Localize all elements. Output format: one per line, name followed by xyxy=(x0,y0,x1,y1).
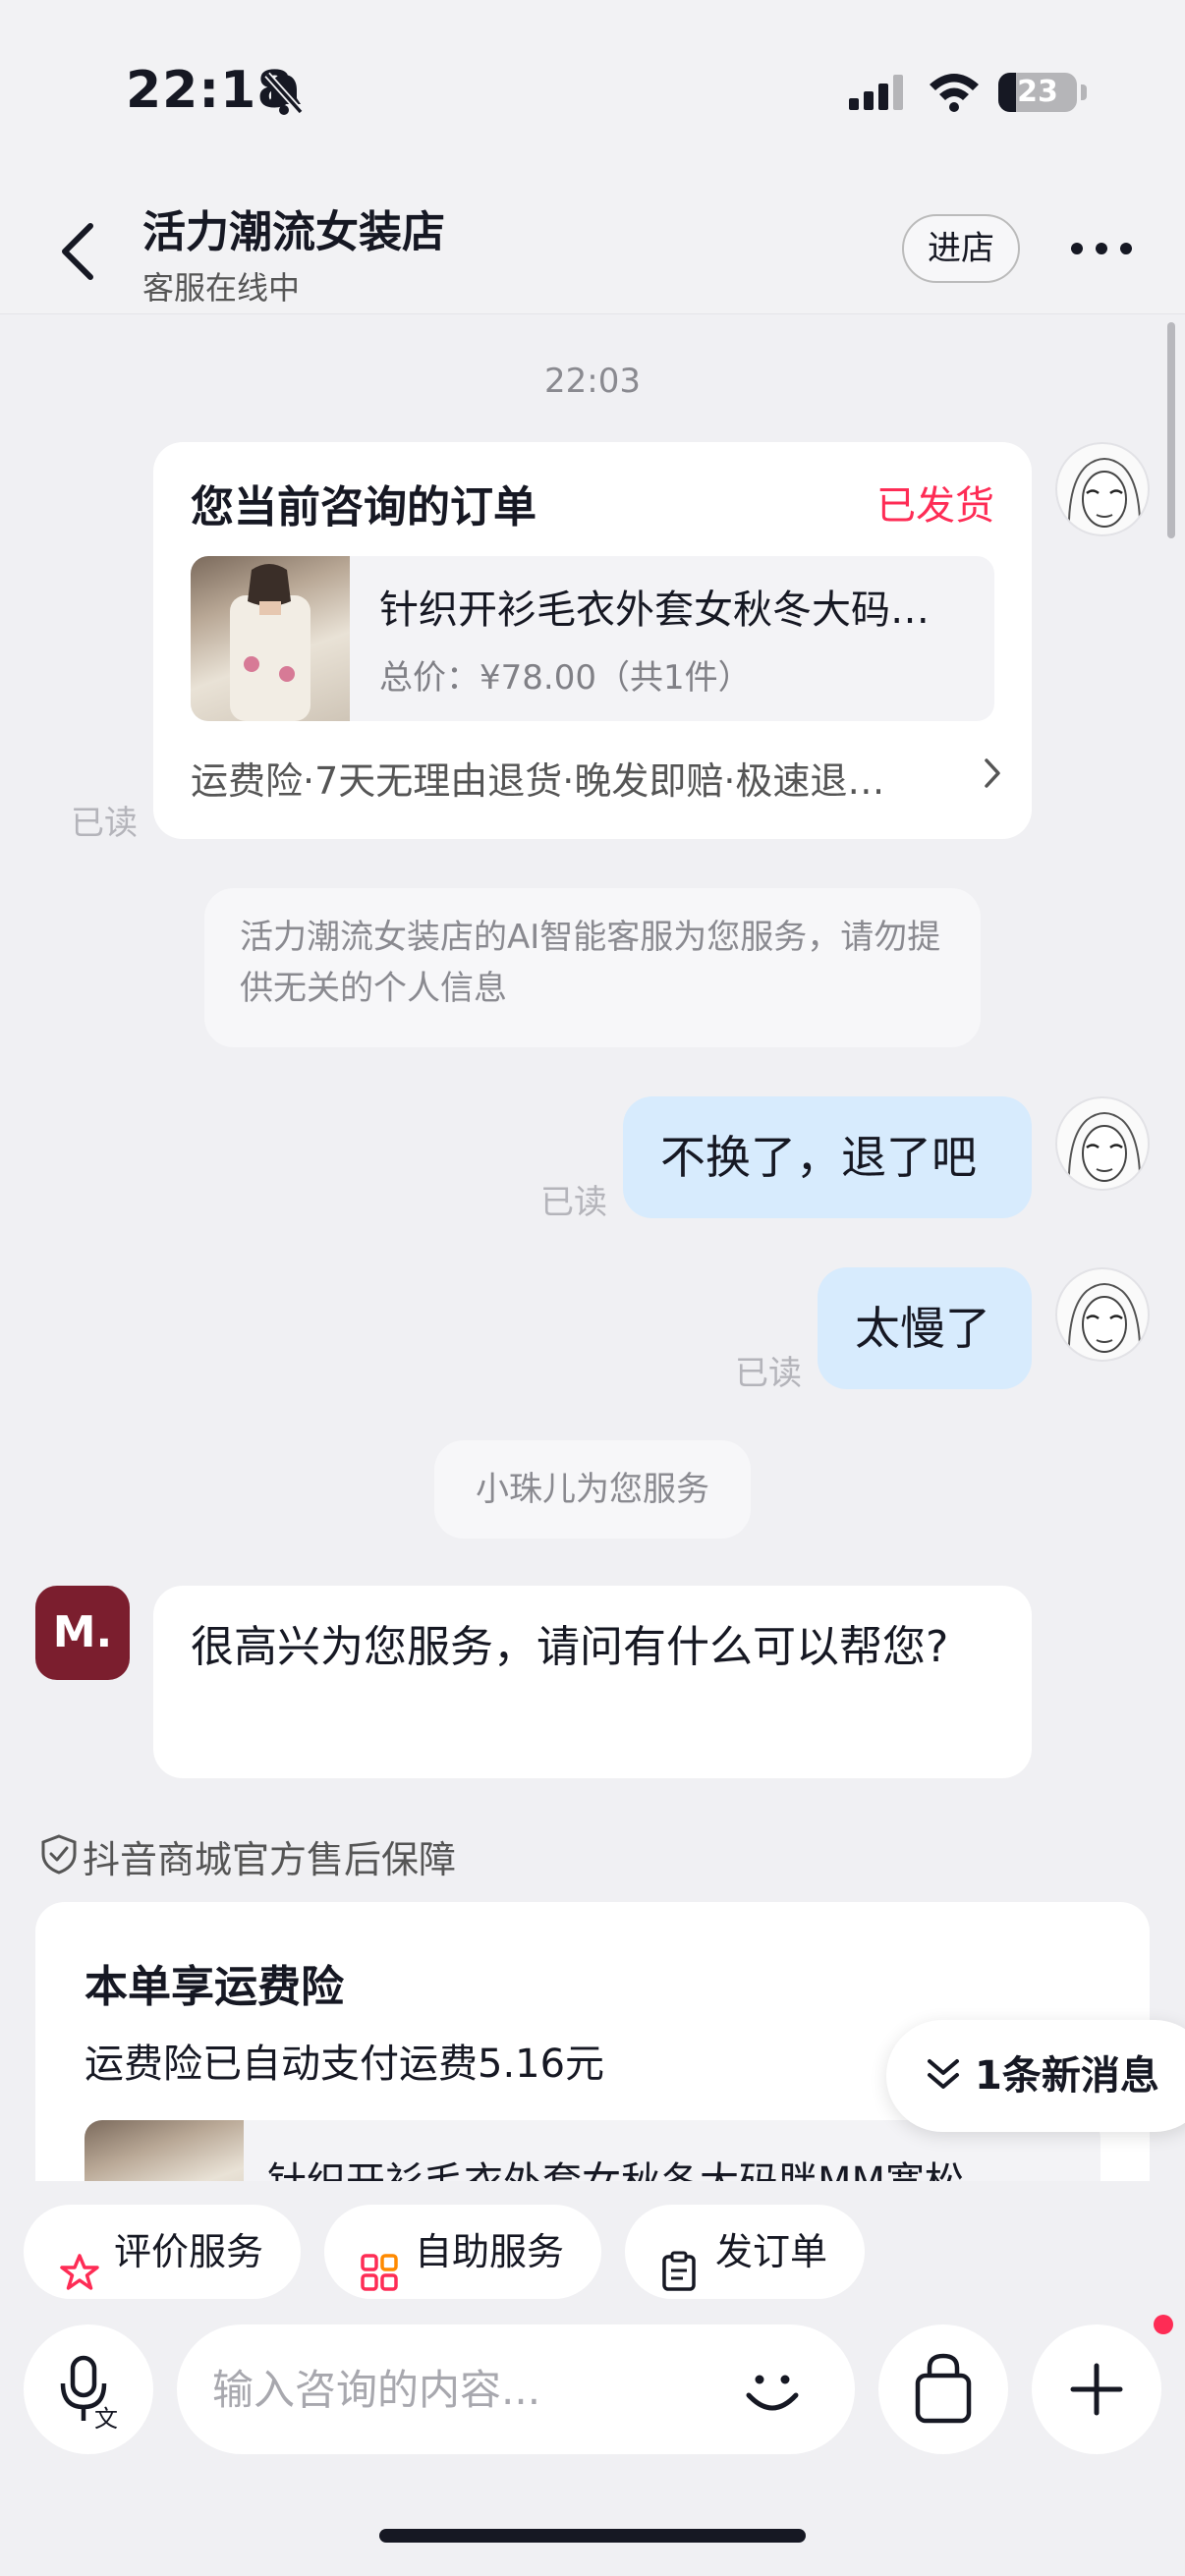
ai-service-notice: 活力潮流女装店的AI智能客服为您服务，请勿提供无关的个人信息 xyxy=(204,888,981,1047)
send-order-label: 发订单 xyxy=(715,2230,828,2273)
notification-dot xyxy=(1154,2315,1173,2334)
agent-avatar[interactable]: M. xyxy=(35,1586,130,1680)
user-avatar[interactable] xyxy=(1055,1267,1150,1362)
back-button[interactable] xyxy=(51,216,110,287)
read-receipt: 已读 xyxy=(71,804,138,843)
read-receipt: 已读 xyxy=(735,1354,802,1393)
shield-check-icon xyxy=(39,1833,79,1878)
shopping-bag-icon xyxy=(915,2353,972,2424)
battery-tip xyxy=(1081,84,1087,100)
self-service-button[interactable]: 自助服务 xyxy=(324,2205,601,2299)
shop-name[interactable]: 活力潮流女装店 xyxy=(142,196,445,259)
home-indicator[interactable] xyxy=(379,2529,806,2543)
shopping-bag-button[interactable] xyxy=(878,2324,1008,2454)
svg-text:文: 文 xyxy=(94,2405,118,2433)
message-input[interactable] xyxy=(212,2324,723,2454)
service-status: 客服在线中 xyxy=(142,269,301,307)
grid-icon xyxy=(360,2232,399,2326)
rate-service-button[interactable]: 评价服务 xyxy=(24,2205,301,2299)
chat-header: 活力潮流女装店 客服在线中 进店 xyxy=(0,177,1185,314)
wifi-icon xyxy=(928,71,981,116)
guarantee-label: 抖音商城官方售后保障 xyxy=(83,1838,457,1881)
microphone-icon: 文 xyxy=(60,2355,118,2433)
order-product-price: 总价：¥78.00（共1件） xyxy=(379,658,752,698)
more-button[interactable] xyxy=(1067,224,1136,273)
status-bar: 22:18 23 xyxy=(0,0,1185,177)
chat-scrollbar[interactable] xyxy=(1167,322,1175,538)
emoji-button[interactable] xyxy=(735,2352,810,2427)
user-avatar-sketch-icon xyxy=(1067,458,1142,534)
rate-service-label: 评价服务 xyxy=(114,2230,264,2273)
message-timestamp: 22:03 xyxy=(544,362,641,401)
order-status-badge: 已发货 xyxy=(876,483,994,529)
enter-store-button[interactable]: 进店 xyxy=(902,214,1020,283)
freight-title: 本单享运费险 xyxy=(85,1962,344,2012)
product-thumbnail xyxy=(191,556,350,721)
user-avatar[interactable] xyxy=(1055,1096,1150,1191)
self-service-label: 自助服务 xyxy=(415,2230,565,2273)
user-avatar-sketch-icon xyxy=(1067,1283,1142,1360)
bell-muted-icon xyxy=(263,71,305,120)
battery-icon: 23 xyxy=(998,73,1077,112)
service-agent-tag: 小珠儿为您服务 xyxy=(434,1440,751,1539)
clipboard-icon xyxy=(660,2232,698,2326)
send-order-button[interactable]: 发订单 xyxy=(625,2205,865,2299)
product-thumbnail xyxy=(85,2120,244,2181)
plus-icon xyxy=(1070,2363,1123,2416)
chevron-left-icon xyxy=(62,223,93,280)
smiley-icon xyxy=(746,2375,799,2411)
freight-description: 运费险已自动支付运费5.16元 xyxy=(85,2042,605,2087)
voice-to-text-button[interactable]: 文 xyxy=(24,2324,153,2454)
order-product-name: 针织开衫毛衣外套女秋冬大码… xyxy=(379,588,930,633)
order-services: 运费险·7天无理由退货·晚发即赔·极速退… xyxy=(191,759,885,803)
agent-message-bubble[interactable]: 很高兴为您服务，请问有什么可以帮您? xyxy=(153,1586,1032,1778)
cellular-signal-icon xyxy=(849,75,908,114)
user-avatar-sketch-icon xyxy=(1067,1112,1142,1189)
my-message-bubble[interactable]: 不换了，退了吧 xyxy=(623,1096,1032,1218)
more-actions-button[interactable] xyxy=(1032,2324,1161,2454)
user-avatar[interactable] xyxy=(1055,442,1150,536)
order-card[interactable]: 您当前咨询的订单 已发货 针织开衫毛衣外套女秋冬大码… 总价：¥78.00（共1… xyxy=(153,442,1032,839)
star-icon xyxy=(59,2232,100,2326)
freight-product-name: 针织开衫毛衣外套女秋冬大码胖MM宽松 xyxy=(267,2150,964,2181)
battery-level: 23 xyxy=(1017,75,1058,109)
chevron-right-icon[interactable] xyxy=(983,756,1002,794)
more-dots-icon xyxy=(1071,243,1132,254)
double-chevron-down-icon xyxy=(924,2055,963,2099)
my-message-bubble[interactable]: 太慢了 xyxy=(818,1267,1032,1389)
order-product[interactable]: 针织开衫毛衣外套女秋冬大码… 总价：¥78.00（共1件） xyxy=(191,556,994,721)
order-card-title: 您当前咨询的订单 xyxy=(191,482,536,532)
message-input-field[interactable] xyxy=(177,2324,855,2454)
read-receipt: 已读 xyxy=(540,1183,607,1222)
